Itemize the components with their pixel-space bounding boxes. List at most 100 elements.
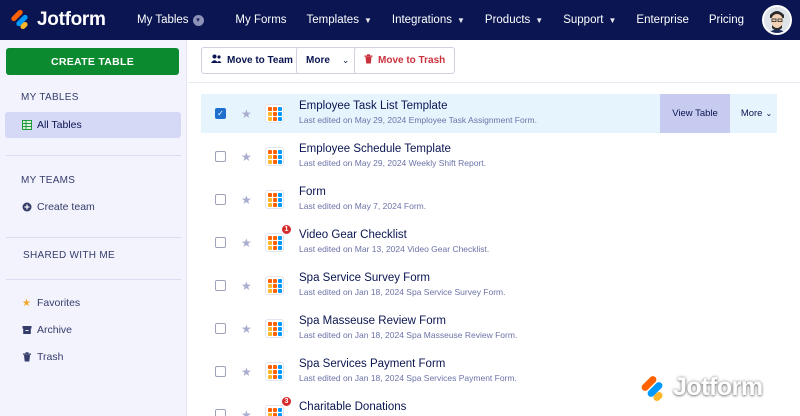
- move-to-trash-button[interactable]: Move to Trash: [354, 47, 456, 74]
- grid-cell: [268, 155, 272, 159]
- sidebar-item-archive[interactable]: Archive: [5, 317, 181, 343]
- table-title[interactable]: Employee Schedule Template: [299, 143, 486, 155]
- star-icon[interactable]: ★: [241, 150, 252, 164]
- grid-cell: [273, 117, 277, 121]
- table-title[interactable]: Spa Service Survey Form: [299, 272, 506, 284]
- star-icon[interactable]: ★: [241, 193, 252, 207]
- sidebar-item-favorites[interactable]: ★ Favorites: [5, 290, 181, 316]
- grid-cell: [278, 365, 282, 369]
- my-tables-switcher[interactable]: My Tables ▾: [137, 14, 204, 26]
- move-to-team-button[interactable]: Move to Team: [201, 47, 303, 74]
- row-checkbox[interactable]: [215, 323, 226, 334]
- notification-badge: 1: [281, 224, 292, 235]
- table-row[interactable]: ★ 1 Video Gear Checklist Last edited on …: [201, 223, 777, 262]
- more-actions-button[interactable]: More ⌄: [296, 47, 360, 74]
- grid-cell: [273, 241, 277, 245]
- trash-icon: [21, 352, 32, 362]
- table-row[interactable]: ✓ ★ Employee Task List Template Last edi…: [201, 94, 777, 133]
- table-title[interactable]: Spa Services Payment Form: [299, 358, 517, 370]
- sidebar-item-trash[interactable]: Trash: [5, 344, 181, 370]
- nav-support[interactable]: Support ▼: [563, 14, 616, 26]
- table-grid-icon: [265, 104, 284, 123]
- star-icon[interactable]: ★: [241, 408, 252, 416]
- row-checkbox[interactable]: [215, 366, 226, 377]
- sidebar-divider: [6, 237, 181, 238]
- grid-cell: [268, 203, 272, 207]
- table-row[interactable]: ★ Spa Service Survey Form Last edited on…: [201, 266, 777, 305]
- star-icon[interactable]: ★: [241, 365, 252, 379]
- last-edited: Last edited on May 29, 2024: [299, 115, 407, 125]
- grid-cell: [278, 370, 282, 374]
- create-table-button[interactable]: CREATE TABLE: [6, 48, 179, 75]
- table-grid-icon: [265, 319, 284, 338]
- nav-label: Templates: [306, 14, 359, 26]
- star-icon[interactable]: ★: [241, 236, 252, 250]
- row-checkbox[interactable]: ✓: [215, 108, 226, 119]
- grid-cell: [273, 198, 277, 202]
- nav-my-forms[interactable]: My Forms: [235, 14, 286, 26]
- source-form: Spa Services Payment Form.: [406, 373, 517, 383]
- grid-cell: [268, 284, 272, 288]
- row-checkbox[interactable]: [215, 194, 226, 205]
- row-more-button[interactable]: More ⌄: [736, 94, 777, 133]
- table-list: ✓ ★ Employee Task List Template Last edi…: [188, 83, 800, 416]
- grid-cell: [268, 150, 272, 154]
- more-label: More: [740, 108, 763, 119]
- jotform-logo-icon: [10, 8, 32, 31]
- grid-cell: [273, 365, 277, 369]
- table-title[interactable]: Spa Masseuse Review Form: [299, 315, 517, 327]
- nav-products[interactable]: Products ▼: [485, 14, 543, 26]
- move-to-team-label: Move to Team: [227, 55, 293, 66]
- row-checkbox[interactable]: [215, 280, 226, 291]
- row-checkbox[interactable]: [215, 409, 226, 416]
- row-checkbox[interactable]: [215, 151, 226, 162]
- table-meta: Last edited on Jan 18, 2024 Spa Services…: [299, 373, 517, 383]
- grid-cell: [273, 332, 277, 336]
- star-icon[interactable]: ★: [241, 322, 252, 336]
- sidebar-item-label: Archive: [37, 324, 73, 336]
- grid-cell: [278, 203, 282, 207]
- table-row[interactable]: ★ Spa Masseuse Review Form Last edited o…: [201, 309, 777, 348]
- star-icon[interactable]: ★: [241, 107, 252, 121]
- row-checkbox[interactable]: [215, 237, 226, 248]
- table-meta: Last edited on Jan 18, 2024 Spa Service …: [299, 287, 506, 297]
- last-edited: Last edited on May 7, 2024: [299, 201, 402, 211]
- grid-cell: [268, 327, 272, 331]
- row-text: Spa Masseuse Review Form Last edited on …: [299, 315, 517, 340]
- jotform-logo[interactable]: Jotform: [10, 8, 118, 31]
- table-title[interactable]: Charitable Donations: [299, 401, 406, 413]
- avatar-icon: [764, 7, 790, 33]
- star-icon[interactable]: ★: [241, 279, 252, 293]
- user-avatar[interactable]: [762, 5, 792, 35]
- nav-pricing[interactable]: Pricing: [709, 14, 744, 26]
- table-title[interactable]: Employee Task List Template: [299, 100, 537, 112]
- grid-cell: [278, 236, 282, 240]
- nav-enterprise[interactable]: Enterprise: [636, 14, 688, 26]
- grid-cell: [278, 375, 282, 379]
- nav-label: Support: [563, 14, 604, 26]
- sidebar-item-all-tables[interactable]: All Tables: [5, 112, 181, 138]
- grid-cell: [268, 322, 272, 326]
- shared-with-me-heading: SHARED WITH ME: [23, 250, 115, 261]
- row-text: Charitable Donations: [299, 401, 406, 413]
- trash-icon: [364, 54, 373, 67]
- nav-templates[interactable]: Templates ▼: [307, 14, 372, 26]
- grid-cell: [273, 155, 277, 159]
- view-table-button[interactable]: View Table: [660, 94, 730, 133]
- table-title[interactable]: Video Gear Checklist: [299, 229, 489, 241]
- row-text: Form Last edited on May 7, 2024 Form.: [299, 186, 426, 211]
- nav-label: Pricing: [708, 14, 744, 26]
- my-tables-label: My Tables: [137, 14, 189, 26]
- grid-cell: [268, 370, 272, 374]
- grid-cell: [268, 112, 272, 116]
- sidebar-divider: [6, 155, 181, 156]
- nav-integrations[interactable]: Integrations ▼: [392, 14, 465, 26]
- sidebar-item-create-team[interactable]: Create team: [5, 194, 181, 220]
- move-to-trash-label: Move to Trash: [378, 55, 446, 66]
- row-text: Employee Task List Template Last edited …: [299, 100, 537, 125]
- sidebar-divider: [6, 279, 181, 280]
- table-row[interactable]: ★ Form Last edited on May 7, 2024 Form.: [201, 180, 777, 219]
- chevron-down-icon: ⌄: [341, 55, 350, 65]
- table-title[interactable]: Form: [299, 186, 426, 198]
- table-row[interactable]: ★ Employee Schedule Template Last edited…: [201, 137, 777, 176]
